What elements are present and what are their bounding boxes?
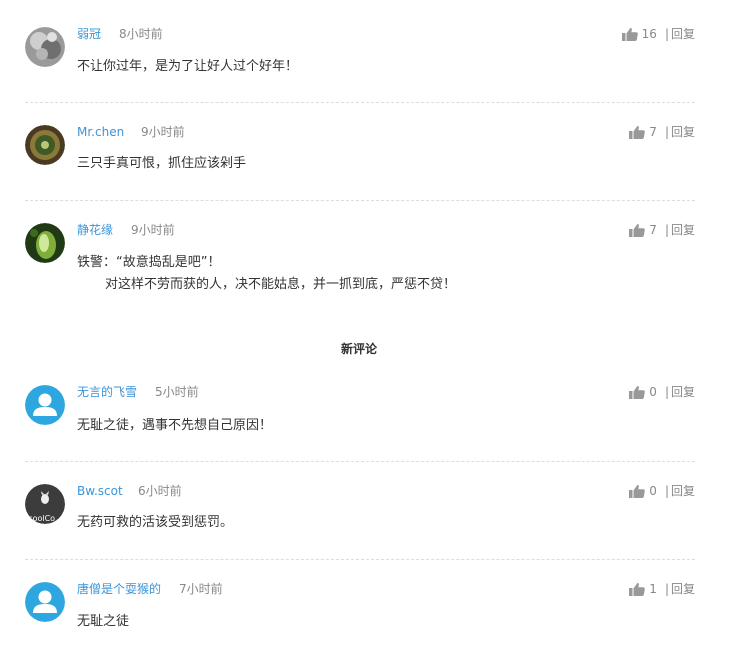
comment-text: 三只手真可恨，抓住应该剁手: [77, 156, 247, 171]
like-count[interactable]: 7: [649, 125, 657, 139]
comment-actions: 7 | 回复: [629, 125, 695, 139]
thumbs-up-icon[interactable]: [629, 125, 645, 139]
separator: |: [664, 582, 669, 596]
comment-text: 无耻之徒，遇事不先想自己原因！: [77, 418, 273, 433]
reply-link[interactable]: 回复: [671, 385, 695, 399]
reply-link[interactable]: 回复: [671, 484, 695, 498]
thumbs-up-icon[interactable]: [629, 223, 645, 237]
comment-time: 5小时前: [155, 385, 199, 399]
avatar[interactable]: [25, 125, 65, 165]
like-count[interactable]: 0: [649, 484, 657, 498]
username-link[interactable]: 弱冠: [77, 27, 101, 41]
avatar[interactable]: [25, 385, 65, 425]
comment-text-line2: 对这样不劳而获的人，决不能姑息，并一抓到底，严惩不贷！: [105, 277, 457, 292]
divider: [25, 102, 695, 103]
comment-time: 9小时前: [141, 125, 185, 139]
comment-actions: 7 | 回复: [629, 223, 695, 237]
reply-link[interactable]: 回复: [671, 223, 695, 237]
comment-time: 6小时前: [138, 484, 182, 498]
comment-time: 7小时前: [179, 582, 223, 596]
avatar[interactable]: [25, 27, 65, 67]
comment-text: 铁警：“故意捣乱是吧”！: [77, 255, 221, 270]
separator: |: [664, 484, 669, 498]
separator: |: [664, 385, 669, 399]
thumbs-up-icon[interactable]: [629, 484, 645, 498]
separator: |: [664, 223, 669, 237]
separator: |: [664, 125, 669, 139]
like-count[interactable]: 1: [649, 582, 657, 596]
avatar[interactable]: [25, 582, 65, 622]
thumbs-up-icon[interactable]: [629, 385, 645, 399]
comment-time: 8小时前: [119, 27, 163, 41]
avatar[interactable]: scoolCo: [25, 484, 65, 524]
username-link[interactable]: Mr.chen: [77, 125, 124, 139]
comment-text: 无耻之徒: [77, 614, 130, 629]
reply-link[interactable]: 回复: [671, 582, 695, 596]
avatar[interactable]: [25, 223, 65, 263]
section-title-new-comments: 新评论: [340, 342, 377, 356]
reply-link[interactable]: 回复: [671, 27, 695, 41]
comment-text: 无药可救的活该受到惩罚。: [77, 515, 234, 530]
like-count[interactable]: 7: [649, 223, 657, 237]
comment-actions: 16 | 回复: [622, 27, 695, 41]
username-link[interactable]: Bw.scot: [77, 484, 123, 498]
username-link[interactable]: 静花缘: [77, 223, 113, 237]
user-silhouette-icon: [25, 385, 65, 425]
comment-time: 9小时前: [131, 223, 175, 237]
divider: [25, 559, 695, 560]
reply-link[interactable]: 回复: [671, 125, 695, 139]
comment-text: 不让你过年，是为了让好人过个好年！: [77, 59, 299, 74]
divider: [25, 200, 695, 201]
comment-actions: 1 | 回复: [629, 582, 695, 596]
thumbs-up-icon[interactable]: [622, 27, 638, 41]
avatar-text: scoolCo: [25, 514, 55, 523]
comment-actions: 0 | 回复: [629, 484, 695, 498]
like-count[interactable]: 0: [649, 385, 657, 399]
divider: [25, 461, 695, 462]
separator: |: [664, 27, 669, 41]
thumbs-up-icon[interactable]: [629, 582, 645, 596]
username-link[interactable]: 无言的飞雪: [77, 385, 137, 399]
username-link[interactable]: 唐僧是个耍猴的: [77, 582, 161, 596]
user-silhouette-icon: [25, 582, 65, 622]
comment-actions: 0 | 回复: [629, 385, 695, 399]
like-count[interactable]: 16: [642, 27, 657, 41]
